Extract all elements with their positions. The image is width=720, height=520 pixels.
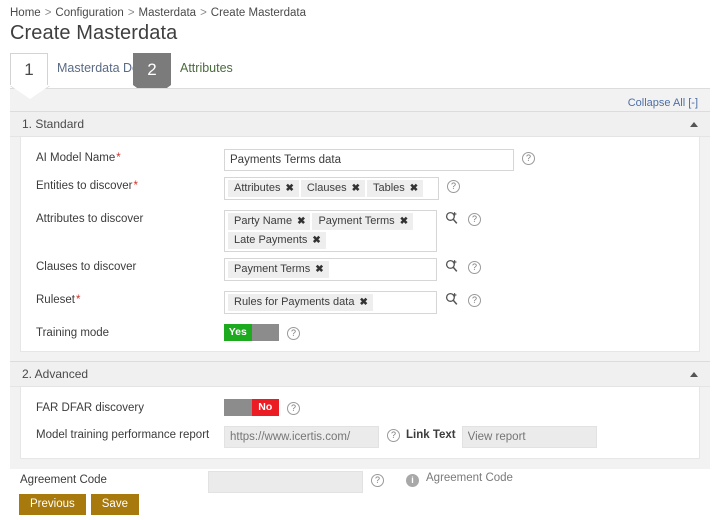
chip-remove-icon[interactable]: ✖ — [359, 295, 367, 310]
caret-up-icon[interactable] — [690, 122, 698, 127]
chip-remove-icon[interactable]: ✖ — [400, 214, 408, 229]
help-icon[interactable]: ? — [468, 294, 481, 307]
label-ruleset: Ruleset* — [36, 285, 224, 308]
chip-remove-icon[interactable]: ✖ — [352, 181, 360, 196]
agreement-code-input[interactable] — [208, 471, 363, 493]
agreement-code-info: i Agreement Code — [406, 468, 513, 487]
field-row-entities-to-discover: Entities to discover* Attributes✖ Clause… — [21, 171, 699, 204]
page-title: Create Masterdata — [0, 19, 720, 45]
breadcrumb-item-configuration[interactable]: Configuration — [55, 7, 123, 19]
breadcrumb-separator: > — [200, 7, 207, 19]
help-icon[interactable]: ? — [387, 429, 400, 442]
clauses-to-discover-chip-field[interactable]: Payment Terms✖ — [224, 258, 437, 281]
chip[interactable]: Attributes✖ — [228, 180, 299, 197]
label-clauses-to-discover: Clauses to discover — [36, 252, 224, 275]
chip-remove-icon[interactable]: ✖ — [410, 181, 418, 196]
label-attributes-to-discover: Attributes to discover — [36, 204, 224, 227]
agreement-code-info-text: Agreement Code — [426, 472, 513, 484]
lookup-add-icon[interactable] — [445, 292, 460, 307]
breadcrumb-item-home[interactable]: Home — [10, 7, 41, 19]
label-training-mode: Training mode — [36, 318, 224, 341]
field-row-agreement-code: Agreement Code ? i Agreement Code — [20, 468, 710, 493]
wizard-step-attributes[interactable]: 2 Attributes — [133, 53, 233, 93]
help-icon[interactable]: ? — [468, 213, 481, 226]
section-body-standard: AI Model Name* ? Entities to discover* A… — [20, 137, 700, 352]
far-dfar-discovery-toggle[interactable]: No — [224, 399, 279, 416]
label-entities-to-discover: Entities to discover* — [36, 171, 224, 194]
help-icon[interactable]: ? — [522, 152, 535, 165]
breadcrumb-separator: > — [45, 7, 52, 19]
info-circle-icon: i — [406, 474, 419, 487]
ai-model-name-input[interactable] — [224, 149, 514, 171]
chip-remove-icon[interactable]: ✖ — [285, 181, 293, 196]
breadcrumb-item-masterdata[interactable]: Masterdata — [139, 7, 197, 19]
toggle-knob[interactable] — [252, 324, 280, 341]
ruleset-chip-field[interactable]: Rules for Payments data✖ — [224, 291, 437, 314]
help-icon[interactable]: ? — [287, 327, 300, 340]
toggle-on-label[interactable]: Yes — [224, 324, 252, 341]
breadcrumb-separator: > — [128, 7, 135, 19]
form-panel: Collapse All [-] 1. Standard AI Model Na… — [10, 88, 710, 469]
help-icon[interactable]: ? — [468, 261, 481, 274]
chip-remove-icon[interactable]: ✖ — [312, 233, 320, 248]
previous-button[interactable]: Previous — [19, 494, 86, 515]
save-button[interactable]: Save — [91, 494, 139, 515]
help-icon[interactable]: ? — [447, 180, 460, 193]
entities-to-discover-chip-field[interactable]: Attributes✖ Clauses✖ Tables✖ — [224, 177, 439, 200]
field-row-ai-model-name: AI Model Name* ? — [21, 137, 699, 171]
section-header-standard[interactable]: 1. Standard — [10, 111, 710, 137]
wizard-steps: 1 Masterdata Details 2 Attributes — [0, 53, 720, 93]
link-text-input[interactable] — [462, 426, 597, 448]
breadcrumb-item-create-masterdata: Create Masterdata — [211, 7, 306, 19]
label-agreement-code: Agreement Code — [20, 468, 208, 486]
toggle-off-label[interactable]: No — [252, 399, 280, 416]
lookup-add-icon[interactable] — [445, 211, 460, 226]
help-icon[interactable]: ? — [287, 402, 300, 415]
chip[interactable]: Late Payments✖ — [228, 232, 326, 249]
label-far-dfar-discovery: FAR DFAR discovery — [36, 393, 224, 416]
field-row-attributes-to-discover: Attributes to discover Party Name✖ Payme… — [21, 204, 699, 252]
collapse-all-link[interactable]: Collapse All [-] — [628, 97, 698, 109]
lookup-add-icon[interactable] — [445, 259, 460, 274]
report-url-input[interactable] — [224, 426, 379, 448]
chip[interactable]: Payment Terms✖ — [312, 213, 413, 230]
section-gap — [10, 352, 710, 361]
training-mode-toggle[interactable]: Yes — [224, 324, 279, 341]
label-link-text: Link Text — [406, 429, 456, 441]
field-row-far-dfar-discovery: FAR DFAR discovery No ? — [21, 387, 699, 420]
chip[interactable]: Rules for Payments data✖ — [228, 294, 373, 311]
label-ai-model-name: AI Model Name* — [36, 143, 224, 166]
chip[interactable]: Payment Terms✖ — [228, 261, 329, 278]
wizard-step-label-2[interactable]: Attributes — [171, 53, 233, 75]
required-marker: * — [76, 294, 80, 306]
help-icon[interactable]: ? — [371, 474, 384, 487]
chip-remove-icon[interactable]: ✖ — [315, 262, 323, 277]
section-title-standard: 1. Standard — [22, 117, 84, 131]
field-row-model-training-performance-report: Model training performance report ? Link… — [21, 420, 699, 458]
chip[interactable]: Clauses✖ — [301, 180, 365, 197]
field-row-training-mode: Training mode Yes ? — [21, 318, 699, 351]
toggle-knob[interactable] — [224, 399, 252, 416]
breadcrumb: Home>Configuration>Masterdata>Create Mas… — [0, 0, 720, 19]
caret-up-icon[interactable] — [690, 372, 698, 377]
required-marker: * — [134, 180, 138, 192]
step-number-badge-2: 2 — [133, 53, 171, 85]
section-body-advanced: FAR DFAR discovery No ? Model training p… — [20, 387, 700, 459]
attributes-to-discover-chip-field[interactable]: Party Name✖ Payment Terms✖ Late Payments… — [224, 210, 437, 252]
footer-button-bar: Previous Save — [19, 494, 139, 515]
chip[interactable]: Tables✖ — [367, 180, 423, 197]
label-model-training-performance-report: Model training performance report — [36, 420, 224, 443]
section-title-advanced: 2. Advanced — [22, 367, 88, 381]
section-header-advanced[interactable]: 2. Advanced — [10, 361, 710, 387]
required-marker: * — [116, 152, 120, 164]
chip-remove-icon[interactable]: ✖ — [297, 214, 305, 229]
collapse-all-bar: Collapse All [-] — [10, 89, 710, 111]
step-number-badge-1: 1 — [10, 53, 48, 85]
field-row-ruleset: Ruleset* Rules for Payments data✖ ? — [21, 285, 699, 318]
chip[interactable]: Party Name✖ — [228, 213, 310, 230]
field-row-clauses-to-discover: Clauses to discover Payment Terms✖ ? — [21, 252, 699, 285]
